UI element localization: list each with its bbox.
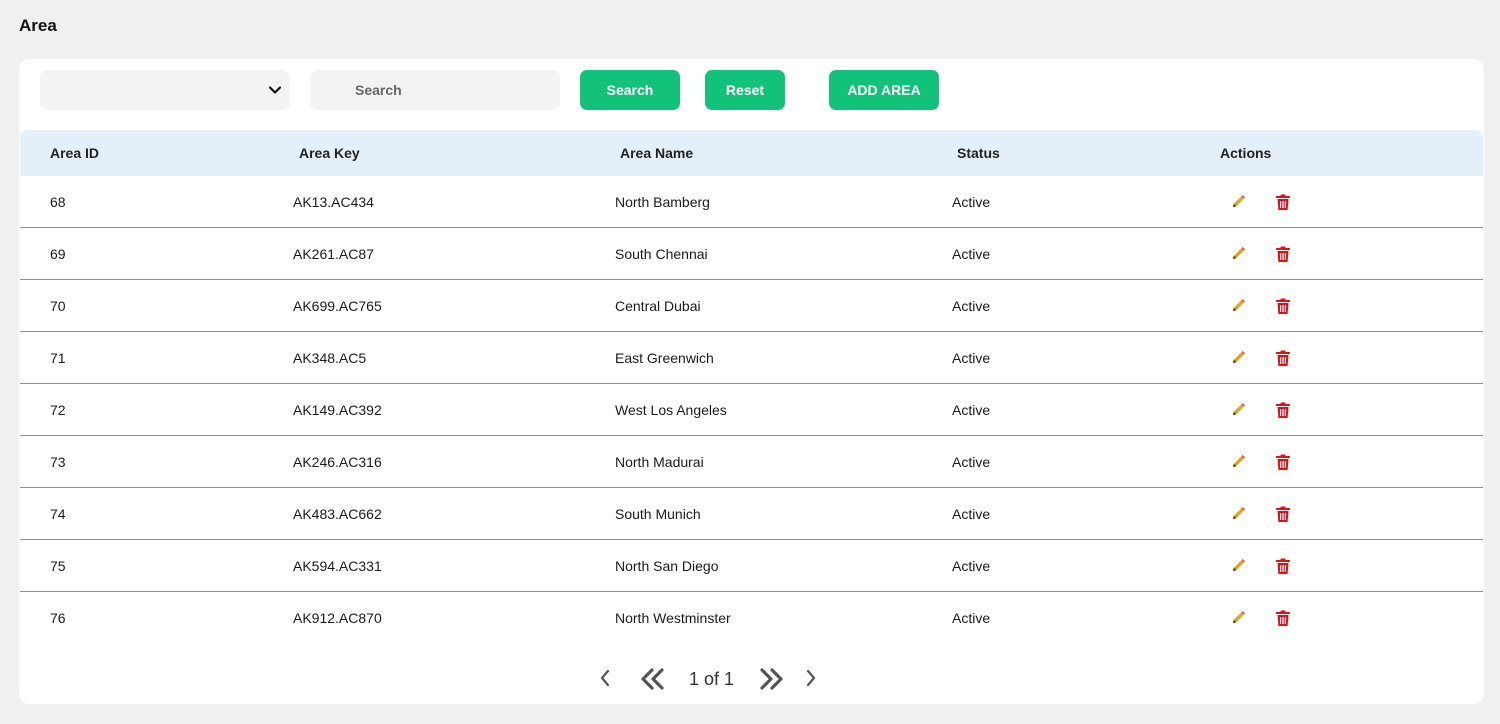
header-area-name[interactable]: Area Name — [620, 145, 693, 161]
table-body: 68 AK13.AC434 North Bamberg Active 69 AK261.A… — [20, 176, 1483, 644]
cell-status: Active — [952, 298, 991, 314]
table-row: 75 AK594.AC331 North San Diego Active — [20, 540, 1483, 592]
cell-status: Active — [952, 506, 991, 522]
cell-area-name: West Los Angeles — [615, 402, 727, 418]
cell-area-name: North Bamberg — [615, 194, 710, 210]
cell-area-key: AK699.AC765 — [293, 298, 382, 314]
table-row: 71 AK348.AC5 East Greenwich Active — [20, 332, 1483, 384]
table-header: Area ID Area Key Area Name Status Action… — [20, 130, 1483, 176]
pencil-icon[interactable] — [1230, 193, 1247, 210]
toolbar: Search Reset ADD AREA — [40, 70, 970, 110]
table-row: 68 AK13.AC434 North Bamberg Active — [20, 176, 1483, 228]
pencil-icon[interactable] — [1230, 453, 1247, 470]
pencil-icon[interactable] — [1230, 401, 1247, 418]
table-row: 76 AK912.AC870 North Westminster Active — [20, 592, 1483, 644]
cell-status: Active — [952, 350, 991, 366]
cell-status: Active — [952, 246, 991, 262]
pencil-icon[interactable] — [1230, 349, 1247, 366]
cell-area-name: Central Dubai — [615, 298, 701, 314]
add-area-button[interactable]: ADD AREA — [829, 70, 939, 110]
area-card: Search Reset ADD AREA Area ID Area Key A… — [19, 59, 1484, 704]
table-row: 70 AK699.AC765 Central Dubai Active — [20, 280, 1483, 332]
search-button[interactable]: Search — [580, 70, 680, 110]
header-area-id[interactable]: Area ID — [50, 145, 99, 161]
cell-area-id: 72 — [50, 402, 66, 418]
cell-area-key: AK912.AC870 — [293, 610, 382, 626]
reset-button[interactable]: Reset — [705, 70, 785, 110]
trash-icon[interactable] — [1275, 610, 1291, 627]
cell-area-key: AK594.AC331 — [293, 558, 382, 574]
cell-area-id: 70 — [50, 298, 66, 314]
cell-status: Active — [952, 558, 991, 574]
pagination: 1 of 1 — [19, 663, 1484, 693]
page-title: Area — [19, 16, 57, 35]
cell-area-id: 74 — [50, 506, 66, 522]
trash-icon[interactable] — [1275, 402, 1291, 419]
cell-area-key: AK149.AC392 — [293, 402, 382, 418]
cell-area-name: South Munich — [615, 506, 701, 522]
trash-icon[interactable] — [1275, 454, 1291, 471]
table-row: 73 AK246.AC316 North Madurai Active — [20, 436, 1483, 488]
cell-area-key: AK483.AC662 — [293, 506, 382, 522]
trash-icon[interactable] — [1275, 350, 1291, 367]
header-status[interactable]: Status — [957, 145, 1000, 161]
chevron-right-icon[interactable] — [803, 667, 819, 689]
double-chevron-right-icon[interactable] — [757, 667, 785, 691]
pencil-icon[interactable] — [1230, 297, 1247, 314]
page-indicator: 1 of 1 — [689, 669, 735, 689]
cell-area-key: AK348.AC5 — [293, 350, 367, 366]
pencil-icon[interactable] — [1230, 245, 1247, 262]
cell-area-name: North San Diego — [615, 558, 719, 574]
cell-area-id: 75 — [50, 558, 66, 574]
cell-status: Active — [952, 610, 991, 626]
search-input[interactable] — [310, 70, 560, 110]
cell-area-key: AK261.AC87 — [293, 246, 374, 262]
cell-status: Active — [952, 402, 991, 418]
cell-area-name: North Madurai — [615, 454, 704, 470]
cell-area-name: South Chennai — [615, 246, 708, 262]
double-chevron-left-icon[interactable] — [639, 667, 667, 691]
header-actions: Actions — [1220, 145, 1272, 161]
cell-area-key: AK246.AC316 — [293, 454, 382, 470]
trash-icon[interactable] — [1275, 558, 1291, 575]
cell-area-id: 76 — [50, 610, 66, 626]
chevron-down-icon — [268, 86, 282, 94]
table-row: 72 AK149.AC392 West Los Angeles Active — [20, 384, 1483, 436]
table-row: 74 AK483.AC662 South Munich Active — [20, 488, 1483, 540]
trash-icon[interactable] — [1275, 246, 1291, 263]
pencil-icon[interactable] — [1230, 505, 1247, 522]
trash-icon[interactable] — [1275, 506, 1291, 523]
cell-area-name: East Greenwich — [615, 350, 714, 366]
cell-area-id: 71 — [50, 350, 66, 366]
chevron-left-icon[interactable] — [597, 667, 613, 689]
pencil-icon[interactable] — [1230, 557, 1247, 574]
cell-area-id: 68 — [50, 194, 66, 210]
cell-status: Active — [952, 194, 991, 210]
trash-icon[interactable] — [1275, 194, 1291, 211]
pencil-icon[interactable] — [1230, 609, 1247, 626]
trash-icon[interactable] — [1275, 298, 1291, 315]
table-row: 69 AK261.AC87 South Chennai Active — [20, 228, 1483, 280]
cell-area-id: 73 — [50, 454, 66, 470]
cell-status: Active — [952, 454, 991, 470]
filter-select[interactable] — [40, 70, 290, 110]
cell-area-name: North Westminster — [615, 610, 731, 626]
cell-area-key: AK13.AC434 — [293, 194, 374, 210]
header-area-key[interactable]: Area Key — [299, 145, 360, 161]
cell-area-id: 69 — [50, 246, 66, 262]
